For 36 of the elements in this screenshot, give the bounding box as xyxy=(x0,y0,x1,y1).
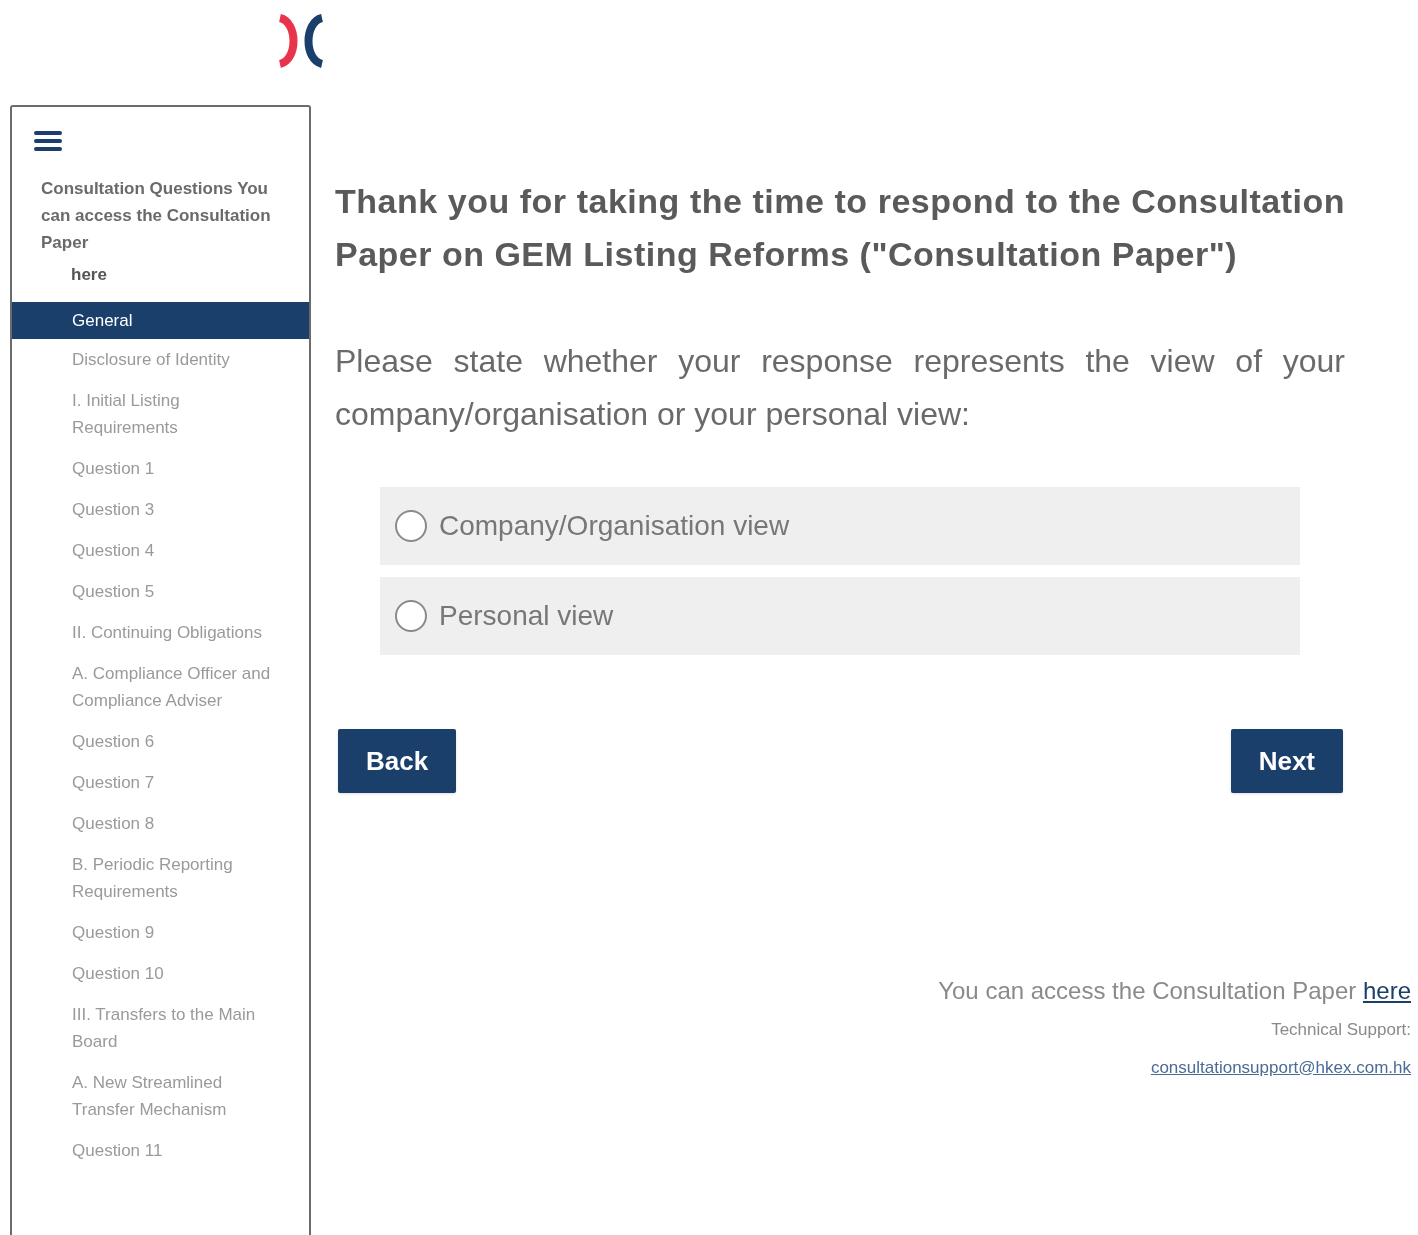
access-text: You can access the Consultation Paper here xyxy=(938,976,1411,1006)
sidebar-item[interactable]: A. Compliance Officer and Compliance Adviser xyxy=(12,653,309,721)
here-link[interactable]: here xyxy=(1362,977,1411,1004)
sidebar-item[interactable]: Question 10 xyxy=(12,953,309,994)
option-label: Company/Organisation view xyxy=(439,509,790,543)
support-label: Technical Support: xyxy=(1271,1019,1411,1041)
sidebar-item[interactable]: Question 9 xyxy=(12,912,309,953)
radio-icon[interactable] xyxy=(395,510,427,542)
logo-icon xyxy=(276,14,326,68)
sidebar-item[interactable]: II. Continuing Obligations xyxy=(12,612,309,653)
sidebar-item[interactable]: Question 1 xyxy=(12,448,309,489)
page-heading: Thank you for taking the time to respond to the Consultation Paper on GEM Listing Reforms ("Consultation Paper") xyxy=(335,181,1345,275)
support-email[interactable]: consultationsupport@hkex.com.hk xyxy=(1150,1054,1411,1080)
question-text: Please state whether your response represents the view of your company/organisation or your personal view: xyxy=(335,342,1345,434)
sidebar-item[interactable]: Question 7 xyxy=(12,762,309,803)
sidebar-item[interactable]: General xyxy=(12,302,309,339)
sidebar-item[interactable]: Disclosure of Identity xyxy=(12,339,309,380)
sidebar-item[interactable]: Question 3 xyxy=(12,489,309,530)
sidebar-item[interactable]: III. Transfers to the Main Board xyxy=(12,994,309,1062)
back-button[interactable]: Back xyxy=(338,729,457,793)
radio-icon[interactable] xyxy=(395,600,427,632)
sidebar-heading: Consultation Questions You can access the Consultation Paper xyxy=(41,178,271,254)
sidebar-item[interactable]: Question 4 xyxy=(12,530,309,571)
option-label: Personal view xyxy=(439,599,614,633)
sidebar-item[interactable]: B. Periodic Reporting Requirements xyxy=(12,844,309,912)
sidebar-item[interactable]: Question 6 xyxy=(12,721,309,762)
menu-icon[interactable] xyxy=(34,129,62,153)
radio-option[interactable]: Company/Organisation view xyxy=(380,487,1300,565)
radio-option[interactable]: Personal view xyxy=(380,577,1300,655)
sidebar-item[interactable]: A. New Streamlined Transfer Mechanism xyxy=(12,1062,309,1130)
here-link[interactable]: here xyxy=(41,260,293,290)
sidebar-item[interactable]: Question 8 xyxy=(12,803,309,844)
next-button[interactable]: Next xyxy=(1230,729,1343,793)
sidebar-item[interactable]: Question 11 xyxy=(12,1130,309,1171)
sidebar-item[interactable]: Question 5 xyxy=(12,571,309,612)
sidebar-item[interactable]: I. Initial Listing Requirements xyxy=(12,380,309,448)
